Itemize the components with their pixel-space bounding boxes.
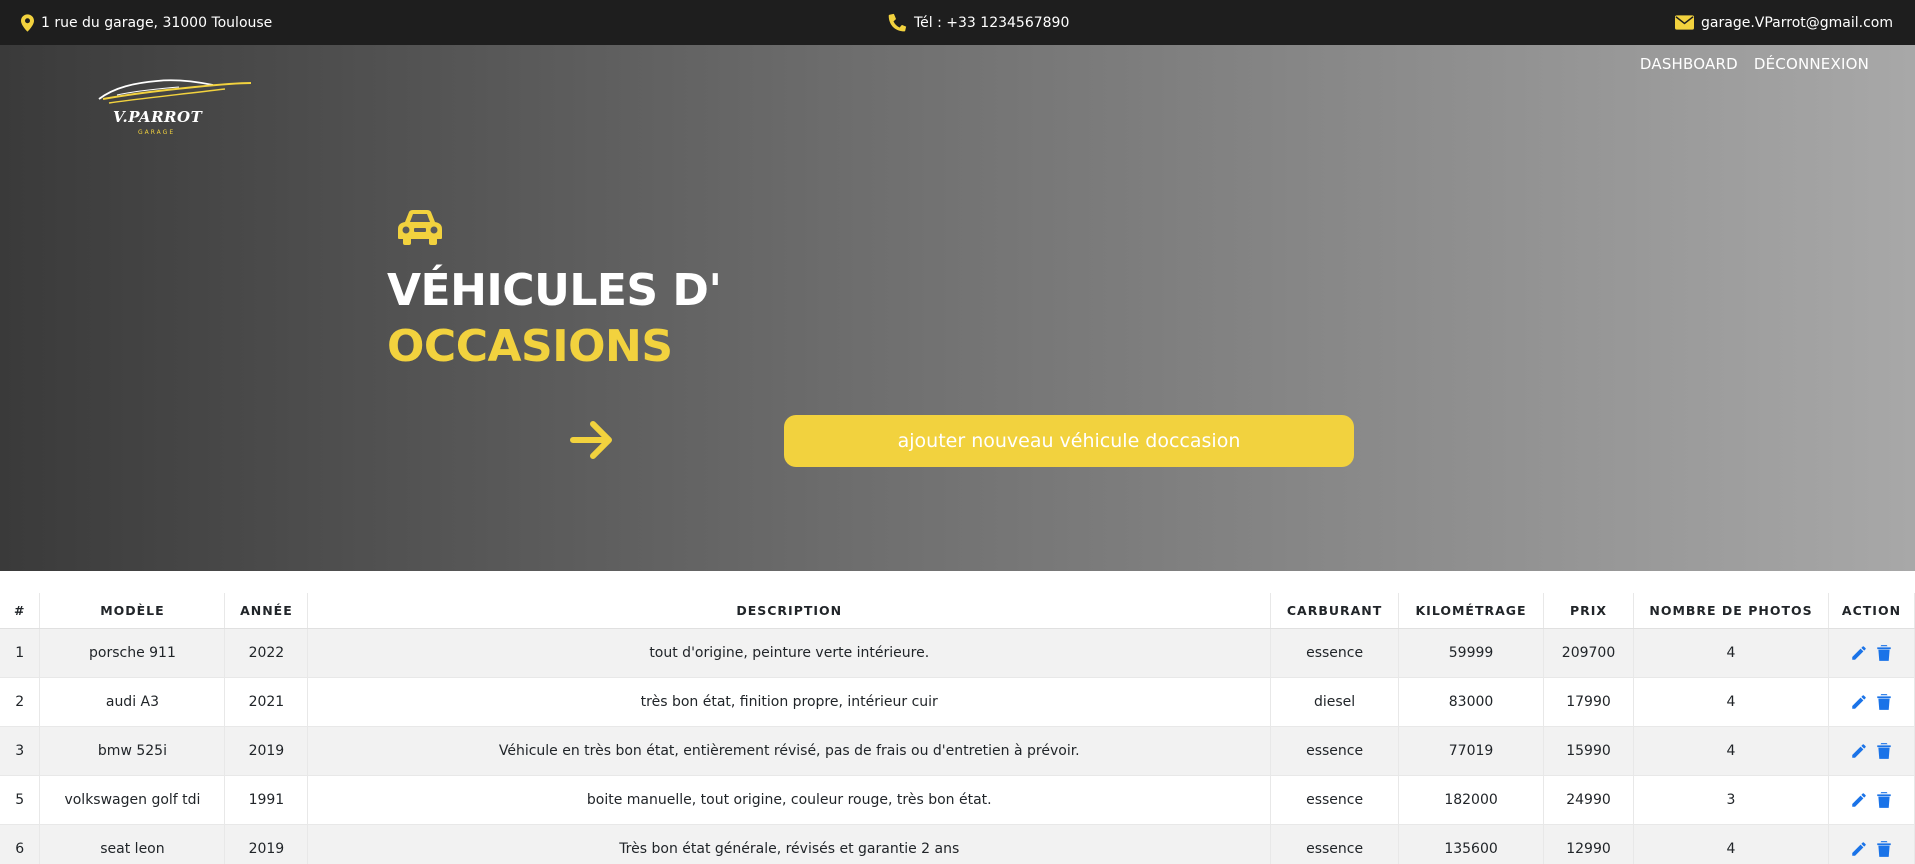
col-header-fuel: CARBURANT [1270, 593, 1400, 629]
col-header-photos: NOMBRE DE PHOTOS [1633, 593, 1829, 629]
nav-logout-link[interactable]: DÉCONNEXION [1754, 55, 1869, 73]
top-contact-bar: 1 rue du garage, 31000 Toulouse Tél : +3… [0, 0, 1915, 45]
cell-model: seat leon [39, 824, 226, 864]
cell-mileage: 59999 [1398, 628, 1545, 678]
cell-photos: 4 [1633, 677, 1829, 727]
cell-mileage: 182000 [1398, 775, 1545, 825]
pencil-icon[interactable] [1850, 644, 1868, 662]
cell-action [1828, 726, 1915, 776]
address-info: 1 rue du garage, 31000 Toulouse [21, 0, 272, 45]
main-nav: DASHBOARD DÉCONNEXION [1640, 55, 1869, 73]
cell-fuel: essence [1270, 726, 1400, 776]
title-line2: OCCASIONS [387, 321, 673, 372]
trash-icon[interactable] [1876, 840, 1892, 858]
cell-description: Véhicule en très bon état, entièrement r… [307, 726, 1272, 776]
cell-action [1828, 824, 1915, 864]
cell-mileage: 83000 [1398, 677, 1545, 727]
col-header-model: MODÈLE [39, 593, 226, 629]
cell-price: 24990 [1543, 775, 1634, 825]
cell-mileage: 77019 [1398, 726, 1545, 776]
cell-description: très bon état, finition propre, intérieu… [307, 677, 1272, 727]
cell-mileage: 135600 [1398, 824, 1545, 864]
email-info: garage.VParrot@gmail.com [1675, 0, 1893, 45]
cell-price: 12990 [1543, 824, 1634, 864]
logo-sub: GARAGE [138, 129, 176, 136]
cell-photos: 4 [1633, 726, 1829, 776]
trash-icon[interactable] [1876, 742, 1892, 760]
phone-icon [888, 13, 907, 32]
cell-description: tout d'origine, peinture verte intérieur… [307, 628, 1272, 678]
envelope-icon [1675, 15, 1695, 30]
table-row: 6 seat leon 2019 Très bon état générale,… [0, 824, 1915, 864]
address-text: 1 rue du garage, 31000 Toulouse [41, 14, 273, 31]
cell-action [1828, 677, 1915, 727]
car-icon [395, 208, 445, 250]
cell-year: 1991 [224, 775, 309, 825]
cell-model: audi A3 [39, 677, 226, 727]
pencil-icon[interactable] [1850, 742, 1868, 760]
cell-id: 2 [0, 677, 41, 727]
trash-icon[interactable] [1876, 644, 1892, 662]
cell-fuel: essence [1270, 775, 1400, 825]
cell-photos: 4 [1633, 628, 1829, 678]
cell-price: 209700 [1543, 628, 1634, 678]
table-header-row: # MODÈLE ANNÉE DESCRIPTION CARBURANT KIL… [0, 593, 1915, 629]
nav-dashboard-link[interactable]: DASHBOARD [1640, 55, 1738, 73]
table-row: 2 audi A3 2021 très bon état, finition p… [0, 677, 1915, 727]
cell-model: volkswagen golf tdi [39, 775, 226, 825]
cell-id: 5 [0, 775, 41, 825]
col-header-mileage: KILOMÉTRAGE [1398, 593, 1545, 629]
cell-action [1828, 628, 1915, 678]
car-silhouette-logo-icon [98, 79, 252, 104]
cell-id: 1 [0, 628, 41, 678]
phone-info: Tél : +33 1234567890 [888, 0, 1069, 45]
pencil-icon[interactable] [1850, 840, 1868, 858]
cell-year: 2021 [224, 677, 309, 727]
page-title: VÉHICULES D' OCCASIONS [387, 263, 722, 375]
col-header-price: PRIX [1543, 593, 1634, 629]
col-header-action: ACTION [1828, 593, 1915, 629]
title-line1: VÉHICULES D' [387, 265, 722, 316]
col-header-id: # [0, 593, 41, 629]
col-header-year: ANNÉE [224, 593, 309, 629]
trash-icon[interactable] [1876, 693, 1892, 711]
cell-year: 2022 [224, 628, 309, 678]
logo-brand: V.PARROT [113, 108, 203, 126]
cell-year: 2019 [224, 726, 309, 776]
table-row: 1 porsche 911 2022 tout d'origine, peint… [0, 628, 1915, 678]
cell-fuel: essence [1270, 824, 1400, 864]
vehicles-table-wrapper: # MODÈLE ANNÉE DESCRIPTION CARBURANT KIL… [0, 593, 1915, 864]
phone-text: Tél : +33 1234567890 [914, 14, 1070, 31]
cell-price: 17990 [1543, 677, 1634, 727]
cell-year: 2019 [224, 824, 309, 864]
cell-description: Très bon état générale, révisés et garan… [307, 824, 1272, 864]
hero-section: V.PARROT GARAGE DASHBOARD DÉCONNEXION VÉ… [0, 45, 1915, 571]
map-marker-icon [21, 13, 34, 32]
cell-fuel: essence [1270, 628, 1400, 678]
add-vehicle-button[interactable]: ajouter nouveau véhicule doccasion [784, 415, 1354, 467]
table-row: 3 bmw 525i 2019 Véhicule en très bon éta… [0, 726, 1915, 776]
email-text: garage.VParrot@gmail.com [1701, 14, 1893, 31]
pencil-icon[interactable] [1850, 693, 1868, 711]
vehicles-table: # MODÈLE ANNÉE DESCRIPTION CARBURANT KIL… [0, 593, 1915, 864]
table-row: 5 volkswagen golf tdi 1991 boite manuell… [0, 775, 1915, 825]
cell-description: boite manuelle, tout origine, couleur ro… [307, 775, 1272, 825]
cell-model: bmw 525i [39, 726, 226, 776]
cell-id: 6 [0, 824, 41, 864]
cell-model: porsche 911 [39, 628, 226, 678]
trash-icon[interactable] [1876, 791, 1892, 809]
cell-photos: 3 [1633, 775, 1829, 825]
cell-price: 15990 [1543, 726, 1634, 776]
cell-id: 3 [0, 726, 41, 776]
cell-photos: 4 [1633, 824, 1829, 864]
pencil-icon[interactable] [1850, 791, 1868, 809]
cell-action [1828, 775, 1915, 825]
site-logo[interactable]: V.PARROT GARAGE [95, 73, 255, 145]
cell-fuel: diesel [1270, 677, 1400, 727]
arrow-right-icon [569, 418, 615, 466]
col-header-description: DESCRIPTION [307, 593, 1272, 629]
